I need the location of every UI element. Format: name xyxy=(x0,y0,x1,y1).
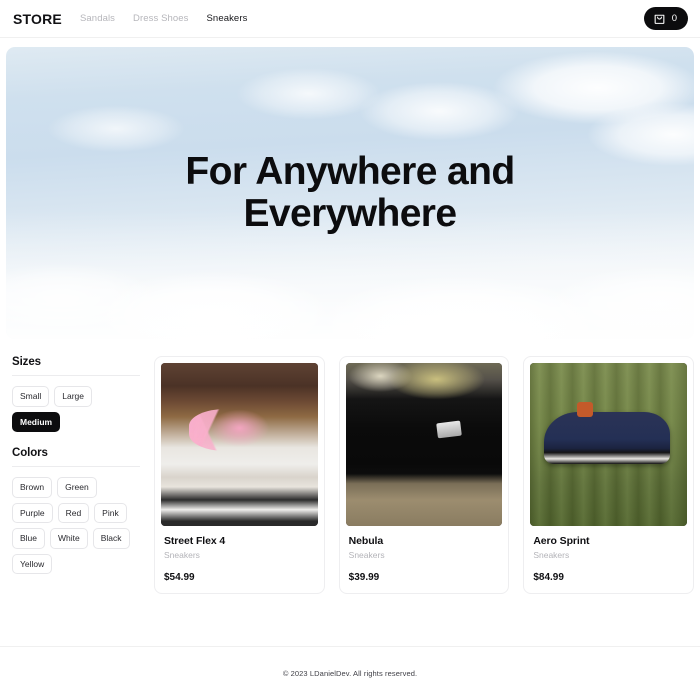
size-option-small[interactable]: Small xyxy=(12,386,50,407)
color-option-purple[interactable]: Purple xyxy=(12,502,53,523)
filter-group-sizes: Sizes Small Large Medium xyxy=(12,356,140,432)
primary-nav: Sandals Dress Shoes Sneakers xyxy=(80,13,247,24)
product-image-aero-sprint[interactable] xyxy=(530,363,687,526)
hero-banner: For Anywhere and Everywhere xyxy=(6,47,694,339)
color-option-pink[interactable]: Pink xyxy=(94,502,127,523)
nav-item-sandals[interactable]: Sandals xyxy=(80,13,115,24)
product-image-street-flex-4[interactable] xyxy=(161,363,318,526)
color-option-brown[interactable]: Brown xyxy=(12,477,53,498)
site-header: STORE Sandals Dress Shoes Sneakers 0 xyxy=(0,0,700,38)
size-option-large[interactable]: Large xyxy=(54,386,93,407)
color-option-green[interactable]: Green xyxy=(57,477,97,498)
product-price: $84.99 xyxy=(533,572,564,583)
product-title: Aero Sprint xyxy=(533,535,590,547)
shopping-bag-icon xyxy=(653,12,666,25)
product-grid: Street Flex 4 Sneakers $54.99 Nebula Sne… xyxy=(146,356,694,594)
size-option-medium[interactable]: Medium xyxy=(12,411,61,432)
filter-divider-sizes xyxy=(12,375,140,376)
product-info: Nebula Sneakers $39.99 xyxy=(346,526,503,583)
product-card[interactable]: Street Flex 4 Sneakers $54.99 xyxy=(154,356,325,594)
product-category: Sneakers xyxy=(533,550,570,560)
nav-item-dress-shoes[interactable]: Dress Shoes xyxy=(133,13,188,24)
site-footer: © 2023 LDanielDev. All rights reserved. xyxy=(0,646,700,700)
product-photo xyxy=(530,363,687,526)
product-card[interactable]: Nebula Sneakers $39.99 xyxy=(338,356,510,594)
filter-title-colors: Colors xyxy=(12,447,48,459)
color-options: Brown Green Purple Red Pink Blue White B… xyxy=(12,477,140,574)
color-option-red[interactable]: Red xyxy=(57,502,90,523)
product-image-nebula[interactable] xyxy=(345,363,503,526)
cart-count: 0 xyxy=(671,12,677,24)
product-category: Sneakers xyxy=(348,550,385,560)
product-title: Street Flex 4 xyxy=(164,535,226,547)
product-category: Sneakers xyxy=(164,550,200,560)
color-option-white[interactable]: White xyxy=(50,528,88,549)
nav-item-sneakers[interactable]: Sneakers xyxy=(207,13,248,24)
filter-title-sizes: Sizes xyxy=(12,356,41,368)
hero-section: For Anywhere and Everywhere xyxy=(0,38,700,339)
product-price: $39.99 xyxy=(348,572,380,583)
product-price: $54.99 xyxy=(164,572,195,583)
footer-copyright: © 2023 LDanielDev. All rights reserved. xyxy=(282,669,418,678)
store-page: STORE Sandals Dress Shoes Sneakers 0 For… xyxy=(0,0,700,700)
product-photo xyxy=(161,363,318,526)
product-photo xyxy=(345,363,503,526)
product-info: Street Flex 4 Sneakers $54.99 xyxy=(161,526,318,583)
color-option-black[interactable]: Black xyxy=(92,528,130,549)
product-info: Aero Sprint Sneakers $84.99 xyxy=(530,526,687,583)
main-content: Sizes Small Large Medium Colors Brown Gr… xyxy=(0,339,700,646)
hero-title: For Anywhere and Everywhere xyxy=(185,149,515,235)
brand-logo[interactable]: STORE xyxy=(12,11,62,27)
product-card[interactable]: Aero Sprint Sneakers $84.99 xyxy=(523,356,694,594)
filter-group-colors: Colors Brown Green Purple Red Pink Blue … xyxy=(12,447,140,574)
color-option-yellow[interactable]: Yellow xyxy=(12,553,53,574)
product-photo-detail xyxy=(577,402,593,417)
size-options: Small Large Medium xyxy=(12,386,140,432)
product-title: Nebula xyxy=(348,535,384,547)
filter-divider-colors xyxy=(12,466,140,467)
color-option-blue[interactable]: Blue xyxy=(12,528,46,549)
cart-button[interactable]: 0 xyxy=(643,7,688,30)
filter-sidebar: Sizes Small Large Medium Colors Brown Gr… xyxy=(6,356,146,589)
